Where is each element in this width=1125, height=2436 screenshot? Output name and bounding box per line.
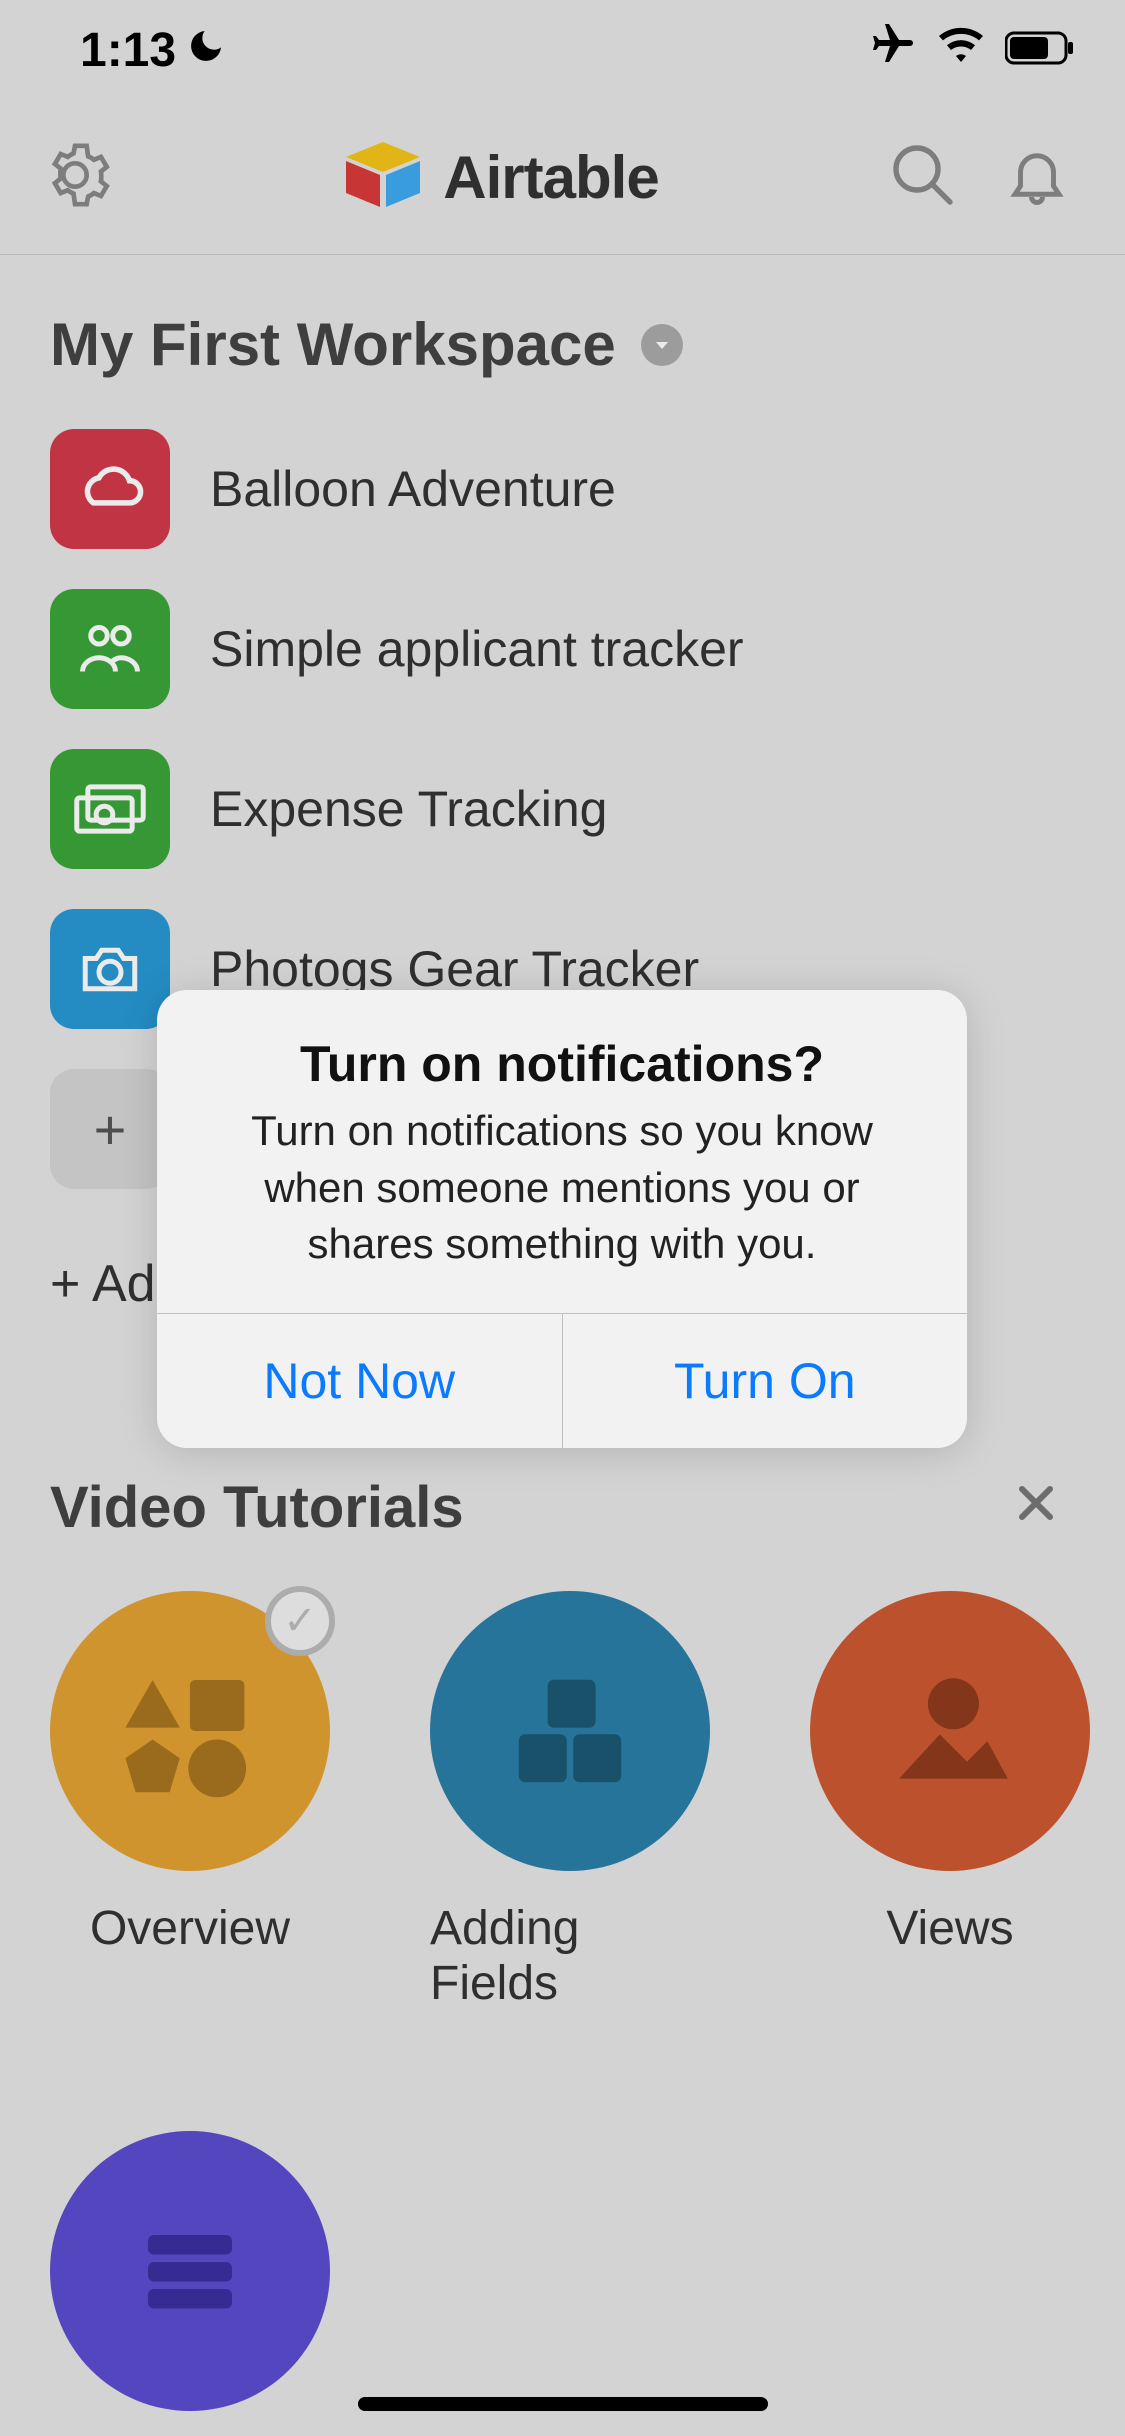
camera-icon (50, 909, 170, 1029)
notifications-alert: Turn on notifications? Turn on notificat… (157, 990, 967, 1448)
base-label: Balloon Adventure (210, 460, 616, 518)
notifications-button[interactable] (1004, 139, 1070, 216)
app-logo: Airtable (338, 137, 658, 217)
alert-title: Turn on notifications? (197, 1035, 927, 1093)
moon-icon (186, 23, 226, 78)
blocks-icon (430, 1591, 710, 1871)
turn-on-button[interactable]: Turn On (563, 1314, 968, 1448)
close-tutorials-button[interactable] (1012, 1475, 1075, 1540)
status-left: 1:13 (80, 23, 226, 78)
tutorial-views[interactable]: Views (810, 1591, 1090, 2011)
airtable-logo-icon (338, 137, 428, 217)
cloud-icon (50, 429, 170, 549)
wifi-icon (937, 23, 985, 78)
tutorial-more[interactable] (50, 2131, 330, 2411)
plus-icon: + (50, 1069, 170, 1189)
status-right (869, 20, 1075, 80)
tutorial-label: Views (886, 1901, 1013, 1956)
not-now-button[interactable]: Not Now (157, 1314, 563, 1448)
base-label: Expense Tracking (210, 780, 607, 838)
home-indicator[interactable] (358, 2397, 768, 2411)
tutorial-label: Adding Fields (430, 1901, 710, 2011)
workspace-selector[interactable]: My First Workspace (50, 310, 1075, 379)
chevron-down-icon (641, 324, 683, 366)
tutorial-overview[interactable]: ✓ Overview (50, 1591, 330, 2011)
app-title: Airtable (443, 143, 658, 212)
tutorial-adding-fields[interactable]: Adding Fields (430, 1591, 710, 2011)
base-label: Simple applicant tracker (210, 620, 744, 678)
people-icon (50, 589, 170, 709)
menu-icon (50, 2131, 330, 2411)
tutorial-label: Overview (90, 1901, 290, 1956)
battery-icon (1005, 23, 1075, 78)
status-bar: 1:13 (0, 0, 1125, 100)
money-icon (50, 749, 170, 869)
settings-button[interactable] (40, 140, 110, 215)
base-item-balloon-adventure[interactable]: Balloon Adventure (50, 429, 1075, 549)
base-item-expense-tracking[interactable]: Expense Tracking (50, 749, 1075, 869)
app-header: Airtable (0, 100, 1125, 255)
workspace-title: My First Workspace (50, 310, 616, 379)
airplane-icon (869, 20, 917, 80)
tutorials-title: Video Tutorials (50, 1474, 464, 1541)
check-icon: ✓ (265, 1586, 335, 1656)
status-time: 1:13 (80, 23, 176, 78)
search-button[interactable] (887, 139, 959, 216)
base-item-applicant-tracker[interactable]: Simple applicant tracker (50, 589, 1075, 709)
alert-message: Turn on notifications so you know when s… (197, 1103, 927, 1273)
image-icon (810, 1591, 1090, 1871)
